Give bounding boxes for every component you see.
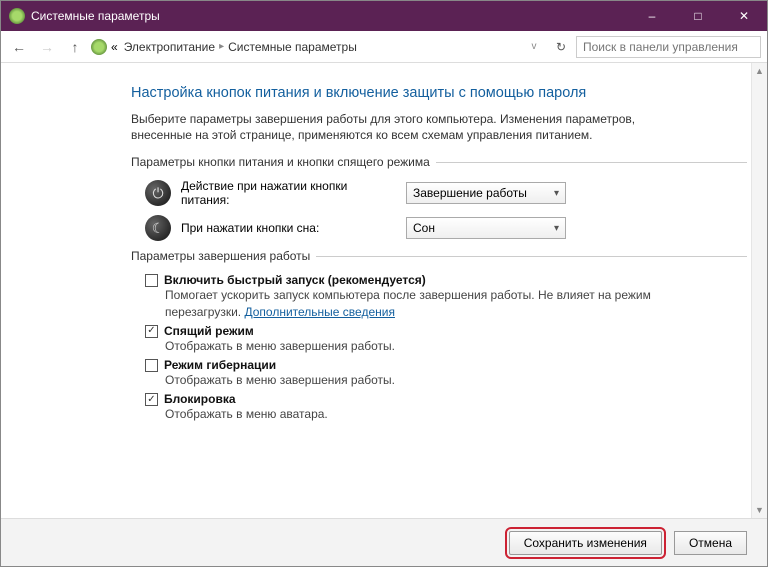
section-power-buttons: Параметры кнопки питания и кнопки спящег…: [131, 155, 747, 169]
section-shutdown: Параметры завершения работы: [131, 249, 747, 263]
back-button[interactable]: ←: [7, 35, 31, 59]
breadcrumb[interactable]: Электропитание ▸ Системные параметры: [122, 40, 357, 54]
hibernate-label: Режим гибернации: [164, 358, 276, 372]
content-area: Настройка кнопок питания и включение защ…: [1, 63, 767, 518]
page-title: Настройка кнопок питания и включение защ…: [131, 85, 747, 101]
lock-option: ✓ Блокировка Отображать в меню аватара.: [145, 392, 665, 422]
sleep-mode-option: ✓ Спящий режим Отображать в меню заверше…: [145, 324, 665, 354]
search-input[interactable]: [576, 36, 761, 58]
up-button[interactable]: ↑: [63, 35, 87, 59]
breadcrumb-item[interactable]: Электропитание: [124, 40, 215, 54]
forward-button[interactable]: →: [35, 35, 59, 59]
location-icon: [91, 39, 107, 55]
power-button-action-select[interactable]: Завершение работы ▾: [406, 182, 566, 204]
titlebar: Системные параметры – □ ✕: [1, 1, 767, 31]
maximize-button[interactable]: □: [675, 1, 721, 31]
sleep-button-row: ☾ При нажатии кнопки сна: Сон ▾: [145, 215, 747, 241]
minimize-button[interactable]: –: [629, 1, 675, 31]
close-button[interactable]: ✕: [721, 1, 767, 31]
scrollbar-vertical[interactable]: ▲ ▼: [751, 63, 767, 518]
window-title: Системные параметры: [31, 9, 160, 23]
page-intro: Выберите параметры завершения работы для…: [131, 111, 691, 143]
power-icon: ⏻: [145, 180, 171, 206]
power-button-row: ⏻ Действие при нажатии кнопки питания: З…: [145, 179, 747, 207]
sleep-button-action-select[interactable]: Сон ▾: [406, 217, 566, 239]
chevron-down-icon: ▾: [554, 223, 559, 234]
sleep-mode-label: Спящий режим: [164, 324, 254, 338]
navbar: ← → ↑ « Электропитание ▸ Системные парам…: [1, 31, 767, 63]
fast-startup-option: Включить быстрый запуск (рекомендуется) …: [145, 273, 665, 319]
breadcrumb-prefix: «: [111, 40, 118, 54]
sleep-mode-checkbox[interactable]: ✓: [145, 325, 158, 338]
fast-startup-label: Включить быстрый запуск (рекомендуется): [164, 273, 426, 287]
hibernate-option: Режим гибернации Отображать в меню завер…: [145, 358, 665, 388]
breadcrumb-dropdown[interactable]: v: [522, 35, 546, 59]
hibernate-checkbox[interactable]: [145, 359, 158, 372]
chevron-right-icon: ▸: [219, 41, 224, 52]
fast-startup-more-link[interactable]: Дополнительные сведения: [244, 305, 394, 319]
chevron-down-icon: ▾: [554, 188, 559, 199]
app-icon: [9, 8, 25, 24]
scroll-down-icon[interactable]: ▼: [752, 502, 767, 518]
button-bar: Сохранить изменения Отмена: [1, 518, 767, 566]
scroll-up-icon[interactable]: ▲: [752, 63, 767, 79]
lock-label: Блокировка: [164, 392, 236, 406]
breadcrumb-item[interactable]: Системные параметры: [228, 40, 357, 54]
refresh-button[interactable]: ↻: [550, 40, 572, 54]
moon-icon: ☾: [145, 215, 171, 241]
cancel-button[interactable]: Отмена: [674, 531, 747, 555]
lock-checkbox[interactable]: ✓: [145, 393, 158, 406]
sleep-button-label: При нажатии кнопки сна:: [181, 221, 396, 235]
fast-startup-checkbox[interactable]: [145, 274, 158, 287]
power-button-label: Действие при нажатии кнопки питания:: [181, 179, 396, 207]
save-button[interactable]: Сохранить изменения: [509, 531, 662, 555]
